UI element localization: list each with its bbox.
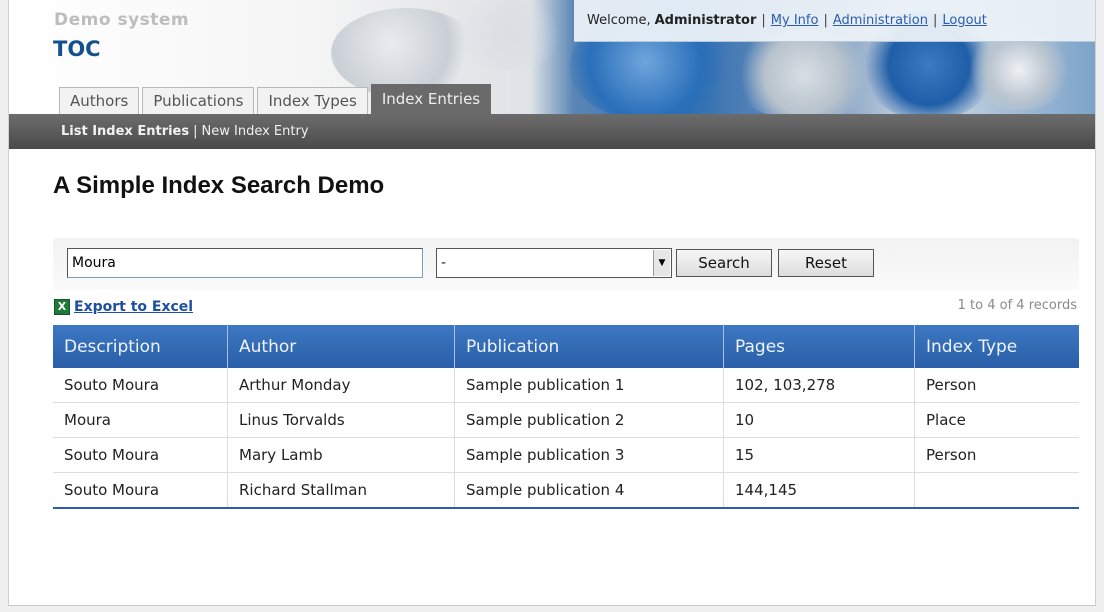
cell-description: Moura [53, 402, 228, 438]
cell-author: Linus Torvalds [227, 402, 455, 438]
header-banner: Demo system TOC Welcome, Administrator |… [9, 0, 1095, 114]
table-row[interactable]: Souto Moura Arthur Monday Sample publica… [53, 368, 1079, 403]
cell-index-type: Person [914, 368, 1079, 403]
cell-publication: Sample publication 1 [454, 368, 724, 403]
index-type-select[interactable]: - ▼ [436, 248, 672, 278]
export-to-excel-link[interactable]: X Export to Excel [54, 299, 193, 315]
record-count: 1 to 4 of 4 records [957, 298, 1077, 313]
excel-icon: X [54, 299, 70, 315]
sub-navigation: List Index Entries | New Index Entry [9, 114, 1095, 149]
cell-author: Arthur Monday [227, 368, 455, 403]
table-row[interactable]: Souto Moura Richard Stallman Sample publ… [53, 472, 1079, 509]
cell-description: Souto Moura [53, 368, 228, 403]
cell-pages: 10 [723, 402, 915, 438]
cell-publication: Sample publication 4 [454, 472, 724, 509]
administration-link[interactable]: Administration [833, 13, 928, 28]
banner-decoration [964, 30, 1074, 110]
search-button[interactable]: Search [676, 249, 772, 277]
cell-index-type: Person [914, 437, 1079, 473]
main-tabs: Authors Publications Index Types Index E… [59, 84, 494, 114]
cell-description: Souto Moura [53, 437, 228, 473]
cell-pages: 144,145 [723, 472, 915, 509]
my-info-link[interactable]: My Info [771, 13, 819, 28]
app-window: Demo system TOC Welcome, Administrator |… [8, 0, 1096, 606]
separator: | [761, 13, 766, 28]
search-input[interactable] [67, 248, 423, 278]
system-name: Demo system [54, 10, 190, 30]
user-name: Administrator [654, 13, 757, 28]
separator: | [823, 13, 828, 28]
table-row[interactable]: Souto Moura Mary Lamb Sample publication… [53, 437, 1079, 473]
results-table: Description Author Publication Pages Ind… [53, 325, 1079, 509]
column-header-pages[interactable]: Pages [723, 325, 915, 368]
index-type-selected: - [441, 255, 447, 271]
banner-decoration [729, 30, 879, 114]
dropdown-arrow-icon[interactable]: ▼ [653, 250, 670, 276]
banner-decoration [449, 0, 569, 70]
cell-description: Souto Moura [53, 472, 228, 509]
cell-publication: Sample publication 2 [454, 402, 724, 438]
search-bar: - ▼ Search Reset [53, 238, 1079, 290]
tab-publications[interactable]: Publications [142, 87, 255, 114]
table-row[interactable]: Moura Linus Torvalds Sample publication … [53, 402, 1079, 438]
subnav-list-index-entries[interactable]: List Index Entries [61, 124, 189, 139]
page-title: A Simple Index Search Demo [53, 172, 385, 199]
cell-pages: 15 [723, 437, 915, 473]
reset-button[interactable]: Reset [778, 249, 874, 277]
tab-index-entries[interactable]: Index Entries [370, 84, 492, 114]
cell-author: Richard Stallman [227, 472, 455, 509]
tab-index-types[interactable]: Index Types [257, 87, 368, 114]
separator: | [932, 13, 938, 28]
column-header-index-type[interactable]: Index Type [914, 325, 1079, 368]
cell-index-type [914, 472, 1079, 509]
export-label[interactable]: Export to Excel [74, 299, 193, 315]
app-name: TOC [53, 37, 101, 61]
column-header-description[interactable]: Description [53, 325, 228, 368]
welcome-text: Welcome, [587, 13, 651, 28]
logout-link[interactable]: Logout [942, 13, 987, 28]
subnav-new-index-entry[interactable]: New Index Entry [202, 124, 309, 139]
cell-author: Mary Lamb [227, 437, 455, 473]
column-header-author[interactable]: Author [227, 325, 455, 368]
tab-authors[interactable]: Authors [59, 87, 140, 114]
table-header-row: Description Author Publication Pages Ind… [53, 325, 1079, 368]
column-header-publication[interactable]: Publication [454, 325, 724, 368]
user-bar: Welcome, Administrator | My Info | Admin… [574, 0, 1095, 42]
cell-publication: Sample publication 3 [454, 437, 724, 473]
cell-index-type: Place [914, 402, 1079, 438]
cell-pages: 102, 103,278 [723, 368, 915, 403]
separator: | [193, 124, 198, 139]
